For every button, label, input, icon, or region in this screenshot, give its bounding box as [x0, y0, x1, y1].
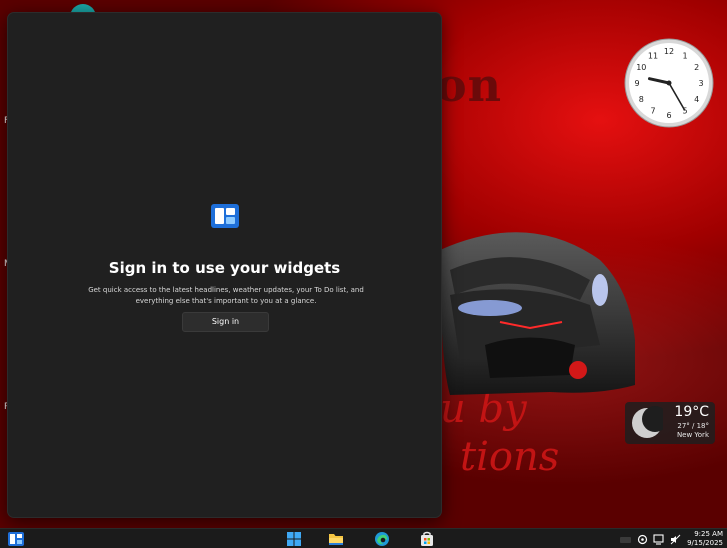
widgets-panel: Sign in to use your widgets Get quick ac…	[7, 12, 442, 518]
store-icon[interactable]	[419, 531, 435, 547]
clock-number: 10	[636, 63, 646, 72]
keyboard-icon[interactable]	[620, 534, 631, 545]
clock-gadget[interactable]: 12 1234567891011	[624, 38, 714, 128]
clock-number: 4	[694, 95, 699, 104]
clock-number: 9	[634, 79, 639, 88]
system-time: 9:25 AM	[694, 530, 723, 538]
clock-number: 2	[694, 63, 699, 72]
taskbar: 9:25 AM 9/15/2025	[0, 528, 727, 548]
system-date: 9/15/2025	[687, 539, 723, 547]
edge-icon[interactable]	[374, 531, 390, 547]
moon-icon	[632, 406, 663, 438]
volume-mute-icon[interactable]	[670, 534, 681, 545]
clock-number: 12	[664, 47, 674, 56]
network-icon[interactable]	[637, 534, 648, 545]
clock-number: 6	[666, 111, 671, 120]
start-icon[interactable]	[286, 531, 302, 547]
clock-number: 3	[698, 79, 703, 88]
clock-number: 1	[682, 51, 687, 60]
file-explorer-icon[interactable]	[328, 531, 344, 547]
clock-number: 8	[639, 95, 644, 104]
wallpaper-text-line2: tions	[460, 434, 560, 480]
widgets-icon	[211, 204, 239, 228]
weather-temperature: 19°C	[674, 404, 709, 420]
clock-number: 7	[650, 107, 655, 116]
weather-city: New York	[676, 431, 709, 439]
weather-gadget[interactable]: 19°C 27° / 18° New York	[625, 402, 715, 444]
clock-number: 11	[648, 51, 658, 60]
sign-in-button[interactable]: Sign in	[182, 312, 269, 332]
widgets-icon[interactable]	[8, 531, 24, 547]
widgets-signin-description: Get quick access to the latest headlines…	[88, 286, 364, 305]
weather-range: 27° / 18°	[677, 422, 709, 430]
display-icon[interactable]	[653, 534, 664, 545]
widgets-signin-title: Sign in to use your widgets	[108, 259, 341, 277]
wallpaper-text-top: on	[436, 58, 503, 112]
system-clock[interactable]: 9:25 AM 9/15/2025	[687, 530, 723, 548]
